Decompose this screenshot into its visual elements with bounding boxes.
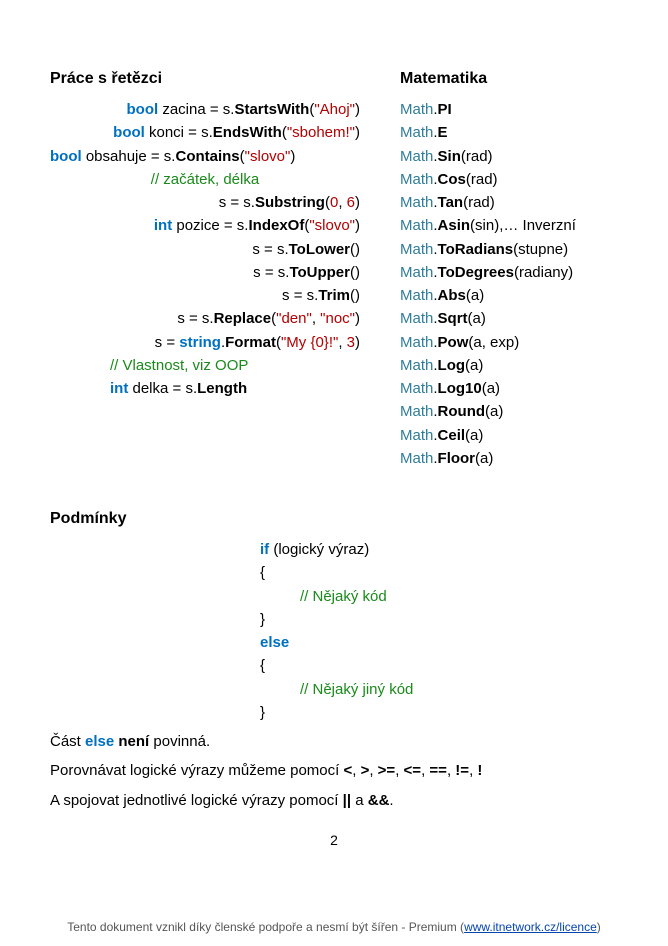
footer-text: Tento dokument vznikl díky členské podpo… bbox=[67, 920, 464, 934]
strings-column: Práce s řetězci bool zacina = s.StartsWi… bbox=[50, 70, 360, 470]
code-line: Math.Sqrt(a) bbox=[400, 307, 618, 330]
code-comment: // Nějaký jiný kód bbox=[260, 678, 618, 701]
footer: Tento dokument vznikl díky členské podpo… bbox=[0, 920, 668, 946]
paragraph: A spojovat jednotlivé logické výrazy pom… bbox=[50, 789, 618, 812]
code-line: s = s.ToLower() bbox=[50, 238, 360, 261]
code-line: Math.Sin(rad) bbox=[400, 145, 618, 168]
document-page: Práce s řetězci bool zacina = s.StartsWi… bbox=[0, 0, 668, 890]
math-code-block: Math.PI Math.E Math.Sin(rad) Math.Cos(ra… bbox=[400, 98, 618, 470]
code-line: Math.Pow(a, exp) bbox=[400, 331, 618, 354]
conditions-section: Podmínky if (logický výraz) { // Nějaký … bbox=[50, 510, 618, 812]
code-line: Math.Cos(rad) bbox=[400, 168, 618, 191]
heading-math: Matematika bbox=[400, 70, 618, 88]
paragraph: Část else není povinná. bbox=[50, 730, 618, 753]
code-comment: // Vlastnost, viz OOP bbox=[50, 354, 360, 377]
code-line: if (logický výraz) bbox=[260, 538, 618, 561]
code-line: s = string.Format("My {0}!", 3) bbox=[50, 331, 360, 354]
code-line: { bbox=[260, 654, 618, 677]
code-line: Math.Tan(rad) bbox=[400, 191, 618, 214]
code-line: bool zacina = s.StartsWith("Ahoj") bbox=[50, 98, 360, 121]
code-comment: // Nějaký kód bbox=[260, 585, 618, 608]
code-line: } bbox=[260, 608, 618, 631]
code-line: bool konci = s.EndsWith("sbohem!") bbox=[50, 121, 360, 144]
two-column-layout: Práce s řetězci bool zacina = s.StartsWi… bbox=[50, 70, 618, 470]
conditions-code-block: if (logický výraz) { // Nějaký kód } els… bbox=[260, 538, 618, 724]
code-line: s = s.Replace("den", "noc") bbox=[50, 307, 360, 330]
code-line: Math.PI bbox=[400, 98, 618, 121]
code-line: else bbox=[260, 631, 618, 654]
strings-code-block: bool zacina = s.StartsWith("Ahoj") bool … bbox=[50, 98, 360, 400]
math-column: Matematika Math.PI Math.E Math.Sin(rad) … bbox=[400, 70, 618, 470]
code-line: Math.Round(a) bbox=[400, 400, 618, 423]
code-line: } bbox=[260, 701, 618, 724]
code-line: bool obsahuje = s.Contains("slovo") bbox=[50, 145, 360, 168]
code-line: int delka = s.Length bbox=[50, 377, 360, 400]
code-line: Math.Log(a) bbox=[400, 354, 618, 377]
code-line: Math.ToRadians(stupne) bbox=[400, 238, 618, 261]
code-line: s = s.Trim() bbox=[50, 284, 360, 307]
heading-conditions: Podmínky bbox=[50, 510, 618, 528]
code-line: int pozice = s.IndexOf("slovo") bbox=[50, 214, 360, 237]
page-number: 2 bbox=[50, 832, 618, 848]
code-line: { bbox=[260, 561, 618, 584]
code-line: Math.Ceil(a) bbox=[400, 424, 618, 447]
code-line: s = s.Substring(0, 6) bbox=[50, 191, 360, 214]
code-line: s = s.ToUpper() bbox=[50, 261, 360, 284]
code-line: Math.ToDegrees(radiany) bbox=[400, 261, 618, 284]
code-comment: // začátek, délka bbox=[50, 168, 360, 191]
paragraph: Porovnávat logické výrazy můžeme pomocí … bbox=[50, 759, 618, 782]
code-line: Math.Abs(a) bbox=[400, 284, 618, 307]
code-line: Math.E bbox=[400, 121, 618, 144]
footer-link[interactable]: www.itnetwork.cz/licence bbox=[464, 920, 597, 934]
code-line: Math.Floor(a) bbox=[400, 447, 618, 470]
code-line: Math.Log10(a) bbox=[400, 377, 618, 400]
code-line: Math.Asin(sin),… Inverzní bbox=[400, 214, 618, 237]
heading-strings: Práce s řetězci bbox=[50, 70, 360, 88]
